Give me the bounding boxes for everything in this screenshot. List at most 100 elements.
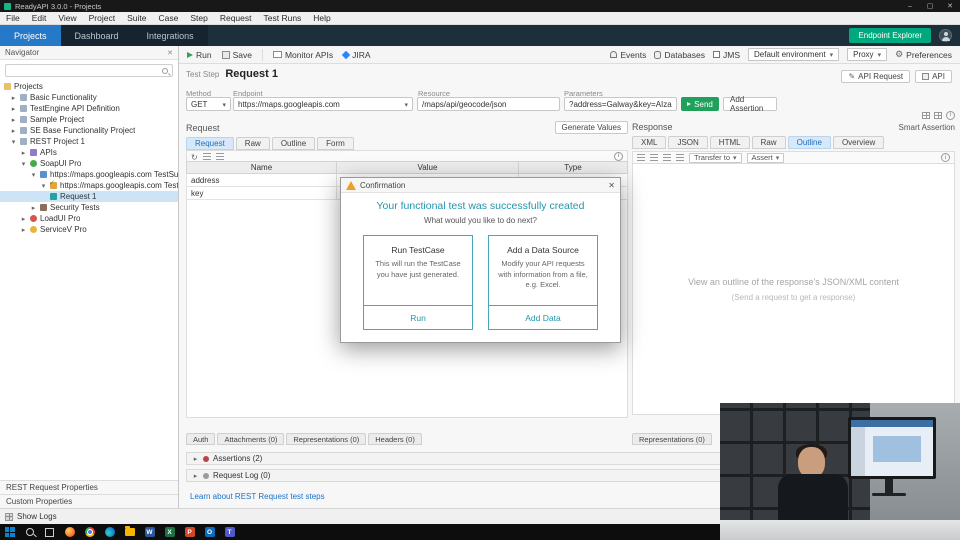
transfer-to-select[interactable]: Transfer to bbox=[689, 152, 742, 163]
tab-json[interactable]: JSON bbox=[668, 136, 708, 149]
file-explorer-icon[interactable] bbox=[124, 526, 135, 536]
dialog-close-icon[interactable] bbox=[608, 181, 615, 190]
resource-input[interactable] bbox=[422, 99, 555, 109]
menu-project[interactable]: Project bbox=[83, 13, 121, 23]
collapse-icon[interactable] bbox=[30, 171, 37, 179]
tab-integrations[interactable]: Integrations bbox=[132, 25, 208, 46]
smart-assertion-label[interactable]: Smart Assertion bbox=[899, 123, 955, 132]
outlook-icon[interactable]: O bbox=[204, 527, 215, 537]
preferences-button[interactable]: Preferences bbox=[895, 49, 952, 60]
events-button[interactable]: Events bbox=[610, 50, 646, 60]
monitor-apis-button[interactable]: Monitor APIs bbox=[272, 50, 333, 60]
column-header-value[interactable]: Value bbox=[336, 161, 519, 174]
tab-html[interactable]: HTML bbox=[709, 136, 750, 149]
expand-icon[interactable] bbox=[30, 204, 37, 212]
save-button[interactable]: Save bbox=[221, 50, 252, 60]
powerpoint-icon[interactable]: P bbox=[184, 527, 195, 537]
tree-item-testcase-1[interactable]: https://maps.googleapis.com TestCase 1 bbox=[0, 180, 178, 191]
jira-button[interactable]: JIRA bbox=[341, 50, 371, 60]
info-icon[interactable] bbox=[941, 153, 950, 162]
maximize-icon[interactable] bbox=[920, 0, 940, 12]
proxy-select[interactable]: Proxy bbox=[847, 48, 888, 61]
menu-help[interactable]: Help bbox=[307, 13, 336, 23]
rest-request-properties-panel[interactable]: REST Request Properties bbox=[0, 480, 178, 494]
expand-icon[interactable] bbox=[10, 94, 17, 102]
word-icon[interactable]: W bbox=[144, 527, 155, 537]
tab-overview[interactable]: Overview bbox=[832, 136, 885, 149]
endpoint-select[interactable]: https://maps.googleapis.com bbox=[233, 97, 413, 111]
expand-icon[interactable] bbox=[192, 472, 199, 480]
align-icon[interactable] bbox=[637, 154, 645, 161]
menu-case[interactable]: Case bbox=[152, 13, 184, 23]
table-view-icon[interactable] bbox=[934, 111, 942, 119]
tab-headers[interactable]: Headers (0) bbox=[368, 433, 422, 445]
align-icon[interactable] bbox=[663, 154, 671, 161]
menu-request[interactable]: Request bbox=[214, 13, 258, 23]
expand-icon[interactable] bbox=[20, 149, 27, 157]
tab-representations[interactable]: Representations (0) bbox=[286, 433, 367, 445]
collapse-icon[interactable] bbox=[10, 138, 17, 146]
run-button[interactable]: Run bbox=[187, 50, 212, 60]
run-testcase-option[interactable]: Run TestCase This will run the TestCase … bbox=[363, 235, 473, 330]
tree-item-servicev-pro[interactable]: ServiceV Pro bbox=[0, 224, 178, 235]
parameters-input[interactable] bbox=[569, 99, 672, 109]
tab-outline[interactable]: Outline bbox=[787, 136, 831, 149]
layout-icon[interactable] bbox=[922, 111, 930, 119]
menu-test-runs[interactable]: Test Runs bbox=[258, 13, 308, 23]
endpoint-explorer-button[interactable]: Endpoint Explorer bbox=[849, 28, 931, 43]
api-button[interactable]: API bbox=[915, 70, 952, 83]
tree-item-sample-project[interactable]: Sample Project bbox=[0, 114, 178, 125]
align-icon[interactable] bbox=[650, 154, 658, 161]
tree-item-request-1-selected[interactable]: Request 1 bbox=[0, 191, 178, 202]
tab-raw[interactable]: Raw bbox=[235, 137, 270, 150]
edge-icon[interactable] bbox=[104, 527, 115, 537]
expand-icon[interactable] bbox=[192, 455, 199, 463]
parameters-field[interactable] bbox=[564, 97, 677, 111]
environment-select[interactable]: Default environment bbox=[748, 48, 840, 61]
databases-button[interactable]: Databases bbox=[654, 50, 705, 60]
navigator-search[interactable] bbox=[5, 64, 173, 77]
menu-suite[interactable]: Suite bbox=[121, 13, 152, 23]
tab-form[interactable]: Form bbox=[317, 137, 354, 150]
column-header-name[interactable]: Name bbox=[186, 161, 337, 174]
expand-icon[interactable] bbox=[10, 116, 17, 124]
taskbar-search-icon[interactable] bbox=[25, 528, 34, 536]
account-icon[interactable] bbox=[939, 29, 952, 42]
send-button[interactable]: Send bbox=[681, 97, 719, 111]
tab-response-representations[interactable]: Representations (0) bbox=[632, 433, 712, 445]
tab-xml[interactable]: XML bbox=[632, 136, 667, 149]
menu-edit[interactable]: Edit bbox=[26, 13, 53, 23]
tree-item-soapui-pro[interactable]: SoapUI Pro bbox=[0, 158, 178, 169]
add-data-source-option[interactable]: Add a Data Source Modify your API reques… bbox=[488, 235, 598, 330]
tree-root-projects[interactable]: Projects bbox=[0, 81, 178, 92]
navigator-close-icon[interactable] bbox=[167, 49, 173, 57]
align-icon[interactable] bbox=[676, 154, 684, 161]
tree-item-rest-project-1[interactable]: REST Project 1 bbox=[0, 136, 178, 147]
tree-item-se-base-functionality-project[interactable]: SE Base Functionality Project bbox=[0, 125, 178, 136]
expand-icon[interactable] bbox=[20, 215, 27, 223]
info-icon[interactable] bbox=[946, 110, 955, 120]
resource-field[interactable] bbox=[417, 97, 560, 111]
filter-icon[interactable] bbox=[215, 152, 224, 160]
expand-icon[interactable] bbox=[20, 226, 27, 234]
menu-step[interactable]: Step bbox=[184, 13, 214, 23]
run-button[interactable]: Run bbox=[364, 305, 472, 329]
tab-raw[interactable]: Raw bbox=[751, 136, 786, 149]
start-icon[interactable] bbox=[4, 527, 15, 537]
collapse-icon[interactable] bbox=[40, 182, 47, 190]
excel-icon[interactable]: X bbox=[164, 527, 175, 537]
teams-icon[interactable]: T bbox=[224, 527, 235, 537]
tree-item-security-tests[interactable]: Security Tests bbox=[0, 202, 178, 213]
tree-item-testengine-api-definition[interactable]: TestEngine API Definition bbox=[0, 103, 178, 114]
info-icon[interactable] bbox=[614, 151, 623, 161]
tree-item-loadui-pro[interactable]: LoadUI Pro bbox=[0, 213, 178, 224]
jms-button[interactable]: JMS bbox=[713, 50, 740, 60]
custom-properties-panel[interactable]: Custom Properties bbox=[0, 494, 178, 508]
menu-file[interactable]: File bbox=[0, 13, 26, 23]
tab-dashboard[interactable]: Dashboard bbox=[60, 25, 133, 46]
assert-select[interactable]: Assert bbox=[746, 152, 785, 163]
column-header-type[interactable]: Type bbox=[517, 161, 629, 174]
add-assertion-button[interactable]: Add Assertion bbox=[723, 95, 777, 113]
refresh-icon[interactable] bbox=[191, 147, 198, 165]
tab-attachments[interactable]: Attachments (0) bbox=[217, 433, 285, 445]
